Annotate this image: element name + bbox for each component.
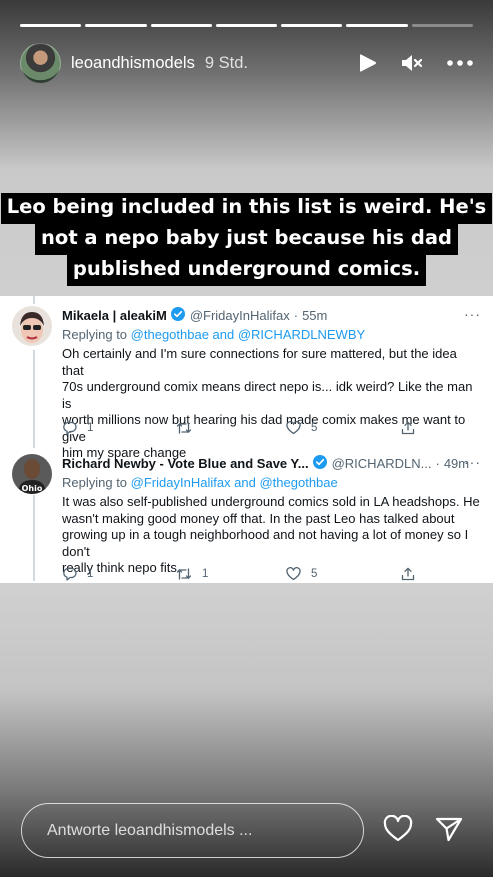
share-icon — [401, 567, 415, 581]
replying-to-mentions[interactable]: @FridayInHalifax and @thegothbae — [131, 475, 338, 490]
verified-badge-icon — [170, 306, 185, 324]
tweet-more-icon[interactable]: ··· — [464, 454, 481, 470]
replying-to: Replying to @FridayInHalifax and @thegot… — [62, 474, 481, 491]
tweet-age: 55m — [302, 307, 328, 323]
tweet-text-line: 70s underground comix means direct nepo … — [62, 379, 473, 411]
share-action[interactable] — [401, 567, 415, 581]
retweet-action[interactable] — [176, 421, 202, 435]
progress-segment — [20, 24, 82, 27]
tweet-actions: 1 1 5 — [0, 565, 493, 583]
story-timestamp: 9 Std. — [204, 53, 248, 72]
tweet: Ohio Richard Newby - Vote Blue and Save … — [0, 446, 493, 583]
heart-icon — [286, 421, 301, 435]
tweet-text: Oh certainly and I'm sure connections fo… — [62, 346, 481, 462]
verified-badge-icon — [312, 454, 327, 472]
story-caption: Leo being included in this list is weird… — [0, 193, 493, 286]
reply-input[interactable]: Antworte leoandhismodels ... — [21, 803, 364, 858]
replying-to-label: Replying to — [62, 475, 128, 490]
tweet-text-line: growing up in a tough neighborhood and n… — [62, 527, 469, 559]
story-header: leoandhismodels 9 Std. — [20, 42, 473, 84]
reply-input-placeholder: Antworte leoandhismodels ... — [47, 821, 253, 839]
caption-line: Leo being included in this list is weird… — [0, 193, 493, 224]
tweet-actions: 1 5 — [0, 419, 493, 437]
story-username[interactable]: leoandhismodels — [71, 54, 195, 73]
reply-count: 1 — [87, 422, 94, 434]
retweet-icon — [176, 422, 192, 434]
retweet-action[interactable]: 1 — [176, 567, 208, 581]
reply-action[interactable]: 1 — [63, 567, 93, 581]
tweet-handle[interactable]: @RICHARDLN... — [332, 456, 432, 471]
avatar[interactable] — [12, 306, 52, 346]
replying-to-label: Replying to — [62, 327, 128, 342]
progress-segment — [215, 24, 278, 27]
caption-line: not a nepo baby just because his dad — [35, 224, 458, 255]
tweet-more-icon[interactable]: ··· — [464, 306, 481, 322]
share-icon — [401, 421, 415, 435]
tweet-text-line: It was also self-published underground c… — [62, 494, 480, 509]
play-icon[interactable] — [359, 53, 377, 73]
like-action[interactable]: 5 — [286, 421, 317, 435]
heart-icon — [286, 567, 301, 581]
progress-segment — [85, 24, 147, 27]
avatar[interactable] — [20, 42, 61, 84]
progress-segment — [150, 24, 212, 27]
tweet-text-line: Oh certainly and I'm sure connections fo… — [62, 346, 457, 378]
share-action[interactable] — [401, 421, 415, 435]
tweet-handle[interactable]: @FridayInHalifax — [190, 308, 290, 323]
reply-icon — [63, 421, 77, 435]
reply-action[interactable]: 1 — [63, 421, 93, 435]
avatar-shirt-text: Ohio — [22, 484, 43, 493]
more-icon[interactable] — [447, 60, 473, 66]
caption-line: published underground comics. — [66, 255, 427, 286]
tweet-author-name[interactable]: Richard Newby - Vote Blue and Save Y... — [62, 456, 309, 471]
like-count: 5 — [311, 422, 318, 434]
separator-dot: · — [435, 455, 440, 471]
story-viewer: leoandhismodels 9 Std. Leo being include… — [0, 0, 493, 877]
retweet-count: 1 — [202, 568, 209, 580]
tweet-screenshot: Mikaela | aleakiM @FridayInHalifax · 55m… — [0, 296, 493, 583]
speaker-muted-icon[interactable] — [401, 53, 423, 73]
reply-count: 1 — [87, 568, 94, 580]
tweet-author-name[interactable]: Mikaela | aleakiM — [62, 308, 167, 323]
retweet-icon — [176, 568, 192, 580]
separator-dot: · — [293, 307, 299, 323]
replying-to-mentions[interactable]: @thegothbae and @RICHARDLNEWBY — [131, 327, 366, 342]
tweet: Mikaela | aleakiM @FridayInHalifax · 55m… — [0, 296, 493, 460]
replying-to: Replying to @thegothbae and @RICHARDLNEW… — [62, 326, 481, 343]
heart-icon[interactable] — [383, 814, 413, 847]
progress-segment — [346, 24, 408, 27]
avatar[interactable]: Ohio — [12, 454, 52, 494]
reply-icon — [63, 567, 77, 581]
like-action[interactable]: 5 — [286, 567, 317, 581]
story-progress-bar — [20, 24, 473, 27]
progress-segment — [281, 24, 343, 27]
like-count: 5 — [311, 568, 318, 580]
send-icon[interactable] — [435, 816, 463, 847]
progress-segment — [411, 24, 473, 27]
tweet-text-line: wasn't making good money off that. In th… — [62, 510, 455, 526]
